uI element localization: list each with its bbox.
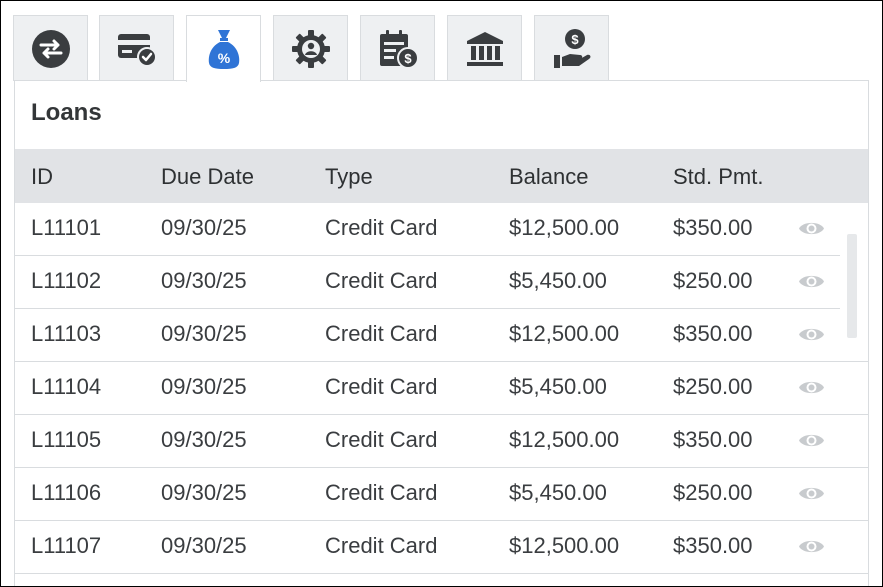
cell-std-pmt: $350.00 xyxy=(673,427,753,452)
transfer-icon xyxy=(31,29,70,68)
tab-loans[interactable]: % xyxy=(186,15,261,82)
table-row[interactable]: L11106 09/30/25 Credit Card $5,450.00 $2… xyxy=(15,468,868,521)
svg-text:%: % xyxy=(217,50,230,66)
column-header-type[interactable]: Type xyxy=(325,164,373,190)
cell-id: L11102 xyxy=(31,268,102,293)
table-row[interactable]: L11101 09/30/25 Credit Card $12,500.00 $… xyxy=(15,203,840,256)
column-header-id[interactable]: ID xyxy=(31,164,53,190)
loans-table-body: L11101 09/30/25 Credit Card $12,500.00 $… xyxy=(15,203,868,574)
table-row[interactable]: L11104 09/30/25 Credit Card $5,450.00 $2… xyxy=(15,362,868,415)
table-header: ID Due Date Type Balance Std. Pmt. xyxy=(15,149,868,203)
app-frame: % $ $ Loans ID Due Date Type Balance Std… xyxy=(0,0,883,587)
tab-cards[interactable] xyxy=(99,15,174,81)
table-row[interactable]: L11102 09/30/25 Credit Card $5,450.00 $2… xyxy=(15,256,840,309)
loans-panel: Loans ID Due Date Type Balance Std. Pmt.… xyxy=(14,80,869,586)
cell-id: L11103 xyxy=(31,321,102,346)
tab-bills[interactable]: $ xyxy=(360,15,435,81)
cell-id: L11106 xyxy=(31,480,102,505)
cell-balance: $5,450.00 xyxy=(509,374,607,399)
cell-id: L11105 xyxy=(31,427,102,452)
eye-icon[interactable] xyxy=(798,272,825,291)
cell-due-date: 09/30/25 xyxy=(161,215,247,240)
tab-transfers[interactable] xyxy=(13,15,88,81)
cell-type: Credit Card xyxy=(325,374,438,399)
cell-due-date: 09/30/25 xyxy=(161,374,247,399)
svg-text:$: $ xyxy=(404,51,412,66)
cell-id: L11101 xyxy=(31,215,102,240)
eye-icon[interactable] xyxy=(798,484,825,503)
eye-icon[interactable] xyxy=(798,431,825,450)
tab-payments[interactable]: $ xyxy=(534,15,609,81)
cell-due-date: 09/30/25 xyxy=(161,321,247,346)
cell-due-date: 09/30/25 xyxy=(161,427,247,452)
gear-user-icon xyxy=(291,29,330,68)
cell-balance: $5,450.00 xyxy=(509,480,607,505)
eye-icon[interactable] xyxy=(798,378,825,397)
table-row[interactable]: L11103 09/30/25 Credit Card $12,500.00 $… xyxy=(15,309,868,362)
scrollbar-thumb[interactable] xyxy=(847,234,857,338)
hand-dollar-icon: $ xyxy=(553,28,590,68)
cell-type: Credit Card xyxy=(325,533,438,558)
svg-text:$: $ xyxy=(571,32,579,47)
column-header-due-date[interactable]: Due Date xyxy=(161,164,254,190)
cell-type: Credit Card xyxy=(325,480,438,505)
table-row[interactable]: L11107 09/30/25 Credit Card $12,500.00 $… xyxy=(15,521,868,574)
cell-due-date: 09/30/25 xyxy=(161,268,247,293)
cell-std-pmt: $250.00 xyxy=(673,268,753,293)
cell-type: Credit Card xyxy=(325,268,438,293)
eye-icon[interactable] xyxy=(798,219,825,238)
cell-type: Credit Card xyxy=(325,427,438,452)
cell-balance: $5,450.00 xyxy=(509,268,607,293)
bank-icon xyxy=(466,31,503,66)
cell-type: Credit Card xyxy=(325,321,438,346)
eye-icon[interactable] xyxy=(798,325,825,344)
cell-balance: $12,500.00 xyxy=(509,427,620,452)
cell-balance: $12,500.00 xyxy=(509,321,620,346)
cell-balance: $12,500.00 xyxy=(509,215,620,240)
cell-type: Credit Card xyxy=(325,215,438,240)
cell-std-pmt: $250.00 xyxy=(673,374,753,399)
tab-bar: % $ $ xyxy=(1,1,882,82)
money-bag-percent-icon: % xyxy=(208,30,239,69)
eye-icon[interactable] xyxy=(798,537,825,556)
tab-settings[interactable] xyxy=(273,15,348,81)
cell-id: L11107 xyxy=(31,533,102,558)
cell-balance: $12,500.00 xyxy=(509,533,620,558)
cell-std-pmt: $250.00 xyxy=(673,480,753,505)
cell-id: L11104 xyxy=(31,374,102,399)
cell-std-pmt: $350.00 xyxy=(673,215,753,240)
table-row[interactable]: L11105 09/30/25 Credit Card $12,500.00 $… xyxy=(15,415,868,468)
bill-dollar-icon: $ xyxy=(379,29,419,69)
column-header-std-pmt[interactable]: Std. Pmt. xyxy=(673,164,763,190)
cell-std-pmt: $350.00 xyxy=(673,533,753,558)
column-header-balance[interactable]: Balance xyxy=(509,164,589,190)
cell-std-pmt: $350.00 xyxy=(673,321,753,346)
tab-bank[interactable] xyxy=(447,15,522,81)
card-check-icon xyxy=(117,33,157,67)
cell-due-date: 09/30/25 xyxy=(161,533,247,558)
cell-due-date: 09/30/25 xyxy=(161,480,247,505)
page-title: Loans xyxy=(31,99,102,126)
